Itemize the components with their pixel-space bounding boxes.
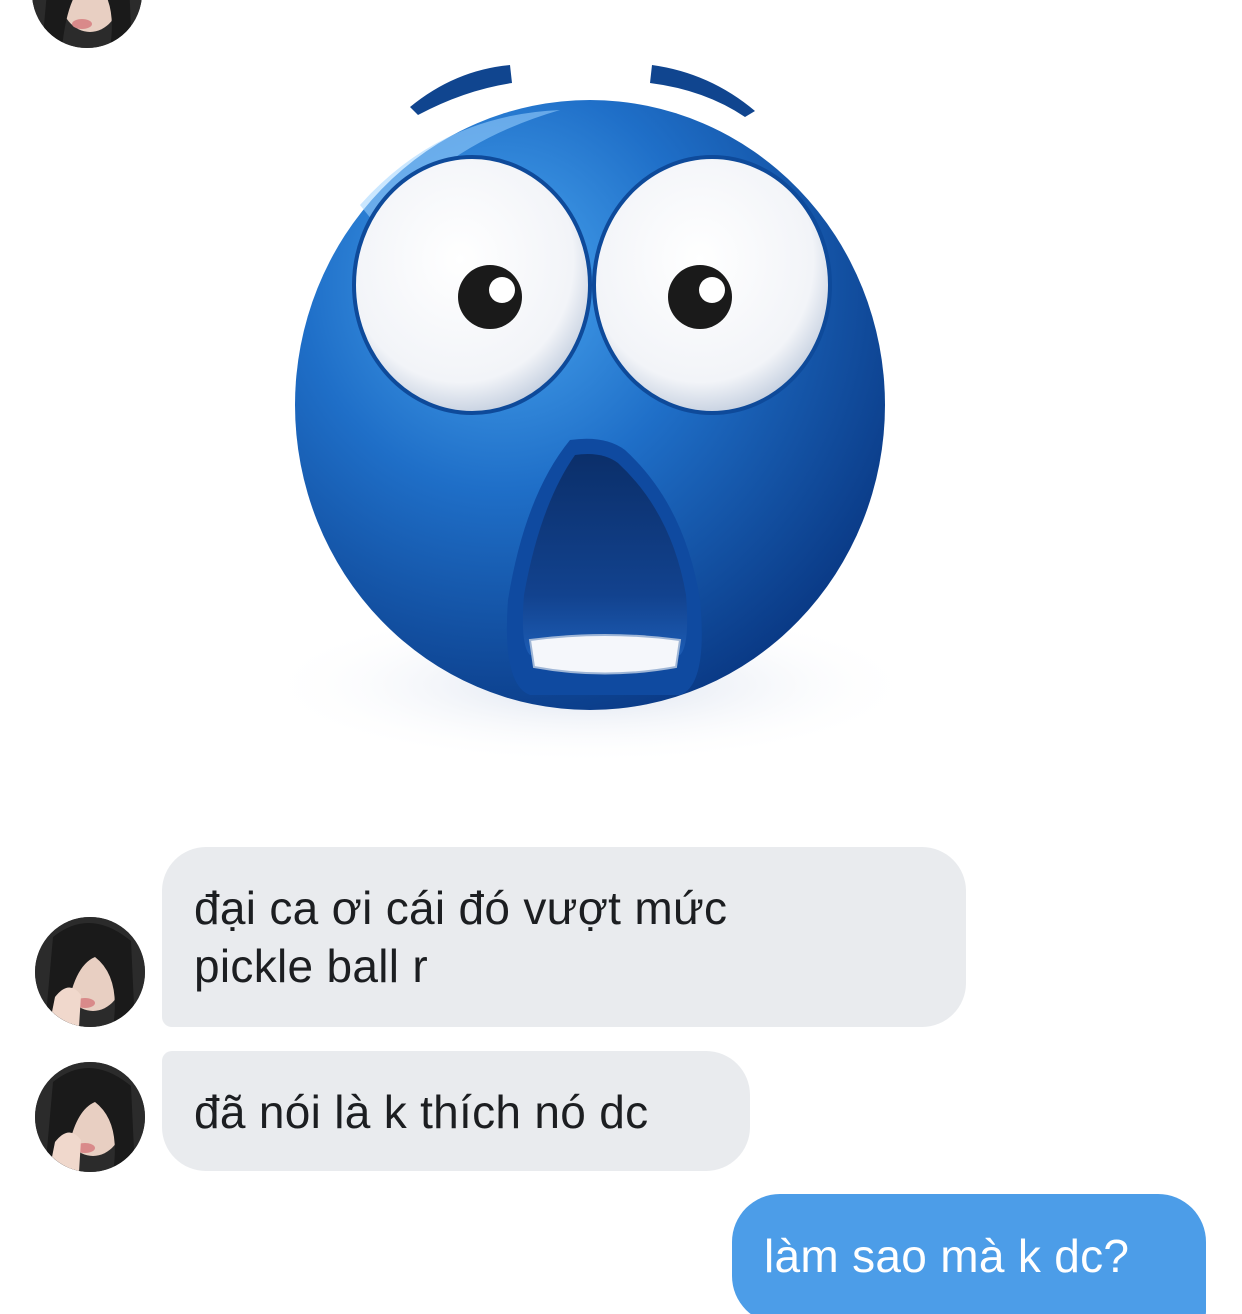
incoming-message-bubble[interactable]: đại ca ơi cái đó vượt mức pickle ball r <box>162 847 966 1027</box>
shocked-face-sticker[interactable] <box>240 55 940 775</box>
contact-avatar[interactable] <box>35 917 145 1027</box>
shocked-face-icon <box>260 65 920 765</box>
outgoing-message-bubble[interactable]: làm sao mà k dc? <box>732 1194 1206 1314</box>
chat-thread: đại ca ơi cái đó vượt mức pickle ball r … <box>0 0 1242 1314</box>
contact-avatar[interactable] <box>32 0 142 48</box>
avatar-photo <box>35 1062 145 1172</box>
contact-avatar[interactable] <box>35 1062 145 1172</box>
avatar-photo <box>32 0 142 48</box>
avatar-photo <box>35 917 145 1027</box>
incoming-message-bubble[interactable]: đã nói là k thích nó dc <box>162 1051 750 1171</box>
